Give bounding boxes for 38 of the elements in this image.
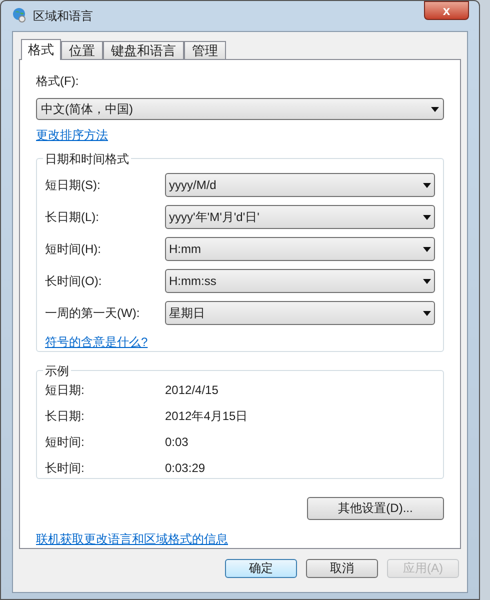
example-label: 长日期: [45,408,86,426]
example-label: 短时间: [45,434,86,452]
other-settings-button[interactable]: 其他设置(D)... [307,496,444,520]
online-info-link[interactable]: 联机获取更改语言和区域格式的信息 [36,530,228,548]
example-value: 0:03:29 [165,460,206,478]
dropdown-arrow-icon [431,106,439,112]
field-label: 长时间(O): [45,273,103,290]
tab[interactable]: 管理 [184,41,226,59]
field-label: 一周的第一天(W): [45,305,141,322]
example-value: 2012年4月15日 [165,408,248,426]
dropdown-arrow-icon [423,310,431,316]
field-label: 短时间(H): [45,241,102,258]
dropdown[interactable]: H:mm:ss [165,269,435,294]
dropdown[interactable]: yyyy/M/d [165,173,435,198]
format-dropdown[interactable]: 中文(简体，中国) [36,98,444,120]
tab[interactable]: 格式 [21,39,61,60]
format-label: 格式(F): [36,73,80,90]
example-value: 2012/4/15 [165,382,218,400]
dropdown[interactable]: 星期日 [165,301,435,326]
globe-icon [11,7,27,23]
dropdown-arrow-icon [423,214,431,220]
tab[interactable]: 键盘和语言 [103,41,184,59]
symbols-link[interactable]: 符号的含意是什么? [45,333,148,352]
dropdown[interactable]: H:mm [165,237,435,262]
dropdown-arrow-icon [423,182,431,188]
dropdown-arrow-icon [423,278,431,284]
dialog-button[interactable]: 确定 [225,559,297,578]
example-value: 0:03 [165,434,188,452]
field-label: 短日期(S): [45,177,102,194]
dropdown-arrow-icon [423,246,431,252]
window-title: 区域和语言 [33,8,93,25]
dropdown[interactable]: yyyy'年'M'月'd'日' [165,205,435,230]
sort-link[interactable]: 更改排序方法 [36,126,108,144]
example-label: 短日期: [45,382,86,400]
tab[interactable]: 位置 [61,41,103,59]
dialog-button[interactable]: 取消 [306,559,378,578]
example-label: 长时间: [45,460,86,478]
field-label: 长日期(L): [45,209,100,226]
